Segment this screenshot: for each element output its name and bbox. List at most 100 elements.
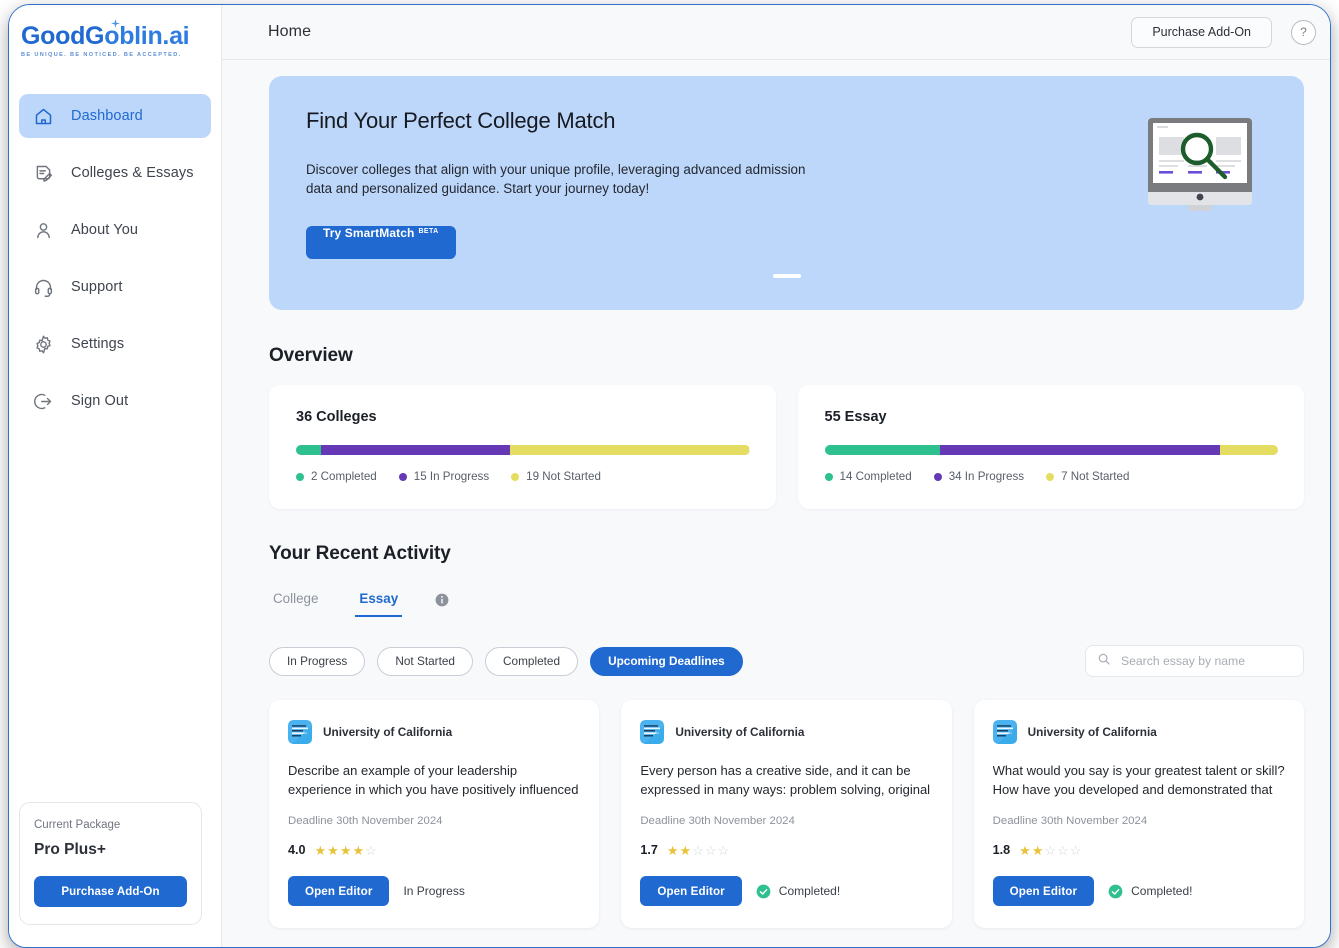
sidebar-item-label: Settings: [71, 336, 125, 353]
try-smartmatch-button[interactable]: Try SmartMatch BETA: [306, 226, 456, 260]
tab-essay[interactable]: Essay: [355, 591, 403, 617]
brand-tagline: BE UNIQUE. BE NOTICED. BE ACCEPTED.: [21, 52, 182, 59]
document-edit-icon: [33, 163, 54, 184]
essay-card-status-label: Completed!: [778, 884, 841, 898]
overview-card-heading: 55 Essay: [824, 409, 887, 425]
check-circle-icon: [756, 884, 771, 899]
open-editor-button[interactable]: Open Editor: [640, 876, 742, 906]
purchase-addon-button[interactable]: Purchase Add-On: [1131, 16, 1272, 48]
home-icon: [33, 106, 54, 127]
uc-logo-icon: [992, 720, 1017, 744]
search-box[interactable]: [1085, 645, 1304, 677]
package-name: Pro Plus+: [34, 841, 106, 858]
colleges-legend: 2 Completed 15 In Progress 19 Not Starte…: [296, 470, 750, 483]
star-rating-icon: ★ ★ ☆ ☆ ☆: [666, 842, 730, 858]
essay-card-prompt: Describe an example of your leadership e…: [288, 763, 579, 797]
hero-subtitle: Discover colleges that align with your u…: [306, 162, 806, 197]
sidebar-item-label: Support: [71, 279, 123, 296]
essays-legend: 14 Completed 34 In Progress 7 Not Starte…: [824, 470, 1279, 483]
legend-dot-completed: [824, 472, 833, 481]
essay-card-deadline: Deadline 30th November 2024: [288, 815, 443, 827]
sidebar-item-label: Dashboard: [71, 108, 143, 125]
filter-not-started[interactable]: Not Started: [377, 646, 473, 676]
brand-name-part1: GoodG: [21, 22, 105, 50]
filter-completed[interactable]: Completed: [485, 646, 579, 676]
legend-label: 14 Completed: [839, 470, 912, 483]
carousel-dot-active[interactable]: [772, 274, 801, 278]
segment-not-started: [1220, 445, 1278, 455]
search-input[interactable]: [1121, 654, 1292, 668]
legend-label: 7 Not Started: [1061, 470, 1130, 483]
star-rating-icon: ★ ★ ☆ ☆ ☆: [1019, 842, 1082, 858]
uc-logo-icon: [288, 720, 312, 744]
user-icon: [33, 220, 54, 241]
uc-logo-icon: [640, 720, 665, 744]
filter-row: In Progress Not Started Completed Upcomi…: [269, 645, 1304, 677]
sidebar-item-support[interactable]: Support: [19, 265, 211, 309]
info-icon[interactable]: [435, 593, 449, 607]
activity-tabs: College Essay: [269, 591, 1304, 617]
essay-card[interactable]: University of California Describe an exa…: [269, 700, 600, 928]
topbar: Home Purchase Add-On ?: [222, 5, 1330, 60]
legend-dot-in-progress: [398, 472, 407, 481]
package-label: Current Package: [34, 819, 121, 831]
sidebar: GoodGoblin.ai BE UNIQUE. BE NOTICED. BE …: [9, 5, 222, 947]
essay-card-rating: 1.7 ★ ★ ☆ ☆ ☆: [640, 843, 932, 857]
segment-in-progress: [321, 445, 511, 455]
essay-card-footer: Open Editor Completed!: [992, 876, 1285, 906]
hero-banner: Find Your Perfect College Match Discover…: [269, 76, 1304, 310]
overview-card-essays: 55 Essay 14 Completed 34 In Progress 7 N…: [797, 385, 1304, 509]
legend-in-progress: 34 In Progress: [933, 470, 1025, 483]
sidebar-item-about-you[interactable]: About You: [19, 208, 211, 252]
open-editor-button[interactable]: Open Editor: [288, 876, 390, 906]
legend-completed: 14 Completed: [824, 470, 912, 483]
legend-dot-not-started: [511, 472, 520, 481]
essay-card-status: Completed!: [756, 884, 840, 899]
sidebar-item-label: Colleges & Essays: [71, 165, 194, 182]
essay-card[interactable]: University of California Every person ha…: [621, 700, 952, 928]
filter-upcoming-deadlines[interactable]: Upcoming Deadlines: [590, 646, 743, 676]
sidebar-nav: Dashboard Colleges & Essays About You Su…: [9, 94, 221, 436]
tab-college[interactable]: College: [269, 591, 322, 617]
essay-card-status-label: Completed!: [1131, 884, 1193, 898]
brand-logo[interactable]: GoodGoblin.ai BE UNIQUE. BE NOTICED. BE …: [9, 19, 221, 58]
smartmatch-label: Try SmartMatch: [323, 226, 415, 241]
legend-not-started: 7 Not Started: [1046, 470, 1129, 483]
sidebar-item-label: About You: [71, 222, 139, 239]
gear-icon: [33, 334, 54, 355]
legend-label: 34 In Progress: [948, 470, 1025, 483]
carousel-indicator[interactable]: [269, 274, 1304, 278]
overview-title: Overview: [269, 345, 353, 366]
legend-dot-in-progress: [933, 472, 942, 481]
essay-card-footer: Open Editor In Progress: [288, 876, 580, 906]
headset-icon: [33, 277, 54, 298]
essay-card-header: University of California: [640, 720, 932, 744]
legend-label: 2 Completed: [311, 470, 377, 483]
filter-in-progress[interactable]: In Progress: [269, 646, 366, 676]
essays-progress-bar: [824, 445, 1278, 455]
overview-card-heading: 36 Colleges: [296, 409, 377, 425]
essay-card-footer: Open Editor Completed!: [640, 876, 932, 906]
sidebar-item-colleges-essays[interactable]: Colleges & Essays: [19, 151, 211, 195]
sidebar-item-dashboard[interactable]: Dashboard: [19, 94, 211, 139]
beta-badge: BETA: [418, 228, 439, 236]
essay-card-rating: 4.0 ★ ★ ★ ★ ☆: [288, 843, 580, 857]
essay-card-deadline: Deadline 30th November 2024: [992, 815, 1148, 827]
app-window: GoodGoblin.ai BE UNIQUE. BE NOTICED. BE …: [8, 4, 1331, 948]
sidebar-item-sign-out[interactable]: Sign Out: [19, 379, 211, 423]
essay-card-status: In Progress: [403, 884, 464, 898]
essay-card-deadline: Deadline 30th November 2024: [640, 815, 795, 827]
sparkle-icon: [111, 19, 120, 28]
overview-card-colleges: 36 Colleges 2 Completed 15 In Progress 1…: [269, 385, 776, 509]
page-title: Home: [268, 23, 312, 40]
sidebar-item-settings[interactable]: Settings: [19, 322, 211, 366]
segment-in-progress: [939, 445, 1221, 455]
legend-not-started: 19 Not Started: [511, 470, 601, 483]
essay-card-prompt: Every person has a creative side, and it…: [640, 763, 931, 797]
sidebar-purchase-addon-button[interactable]: Purchase Add-On: [34, 876, 187, 907]
open-editor-button[interactable]: Open Editor: [992, 876, 1095, 906]
essay-card-score: 4.0: [288, 843, 306, 857]
essay-card-prompt: What would you say is your greatest tale…: [992, 763, 1285, 797]
help-icon[interactable]: ?: [1291, 19, 1316, 45]
essay-card[interactable]: University of California What would you …: [973, 700, 1304, 928]
